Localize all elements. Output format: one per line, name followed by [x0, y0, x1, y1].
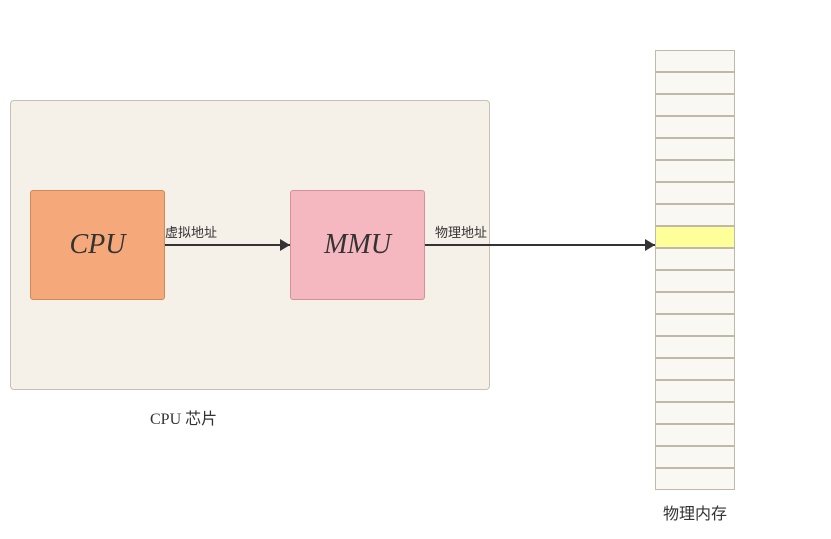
memory-cell	[655, 380, 735, 402]
memory-cell	[655, 160, 735, 182]
memory-label: 物理内存	[655, 500, 735, 524]
cpu-block-label: CPU	[70, 229, 126, 261]
diagram-container: CPU 芯片 CPU MMU 虚拟地址 物理地址 物理内存	[0, 0, 831, 539]
arrow-virtual-arrowhead	[280, 239, 290, 251]
arrow-physical: 物理地址	[425, 244, 655, 246]
arrow-physical-line	[425, 244, 655, 246]
memory-cell	[655, 50, 735, 72]
memory-cell	[655, 204, 735, 226]
memory-cell	[655, 116, 735, 138]
memory-block	[655, 50, 735, 490]
memory-cell	[655, 358, 735, 380]
memory-cell	[655, 314, 735, 336]
memory-cell	[655, 138, 735, 160]
cpu-chip-label: CPU 芯片	[150, 405, 217, 429]
memory-cell	[655, 226, 735, 248]
memory-cell	[655, 94, 735, 116]
memory-cell	[655, 270, 735, 292]
arrow-virtual-line	[165, 244, 290, 246]
memory-cell	[655, 72, 735, 94]
memory-cell	[655, 292, 735, 314]
mmu-block-label: MMU	[324, 229, 391, 261]
memory-cell	[655, 468, 735, 490]
mmu-block: MMU	[290, 190, 425, 300]
arrow-physical-label: 物理地址	[435, 222, 487, 241]
memory-cell	[655, 424, 735, 446]
cpu-block: CPU	[30, 190, 165, 300]
memory-cell	[655, 402, 735, 424]
arrow-physical-arrowhead	[645, 239, 655, 251]
memory-cell	[655, 248, 735, 270]
memory-cell	[655, 182, 735, 204]
memory-cell	[655, 336, 735, 358]
memory-cell	[655, 446, 735, 468]
arrow-virtual: 虚拟地址	[165, 244, 290, 246]
arrow-virtual-label: 虚拟地址	[165, 222, 217, 241]
